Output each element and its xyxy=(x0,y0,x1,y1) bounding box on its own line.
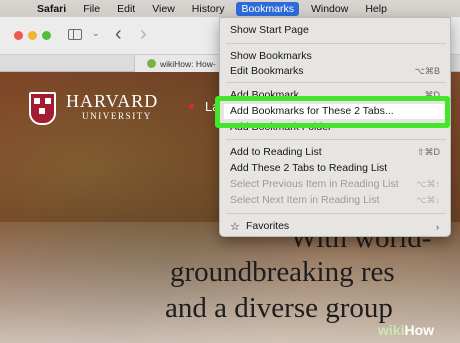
menu-separator xyxy=(226,139,446,140)
back-arrow-icon[interactable]: ‹ xyxy=(115,23,122,46)
university-name[interactable]: HARVARD xyxy=(66,91,158,112)
shortcut-label: ⌥⌘↑ xyxy=(416,179,440,189)
menu-item-select-previous-reading-list: Select Previous Item in Reading List ⌥⌘↑ xyxy=(230,178,440,190)
submenu-arrow-icon: › xyxy=(436,222,439,232)
menu-safari[interactable]: Safari xyxy=(37,3,66,15)
zoom-window-button[interactable] xyxy=(42,31,51,40)
shortcut-label: ⌥⌘B xyxy=(414,66,440,76)
chevron-down-icon[interactable]: ⌄ xyxy=(92,28,100,39)
menu-item-select-next-reading-list: Select Next Item in Reading List ⌥⌘↓ xyxy=(230,194,440,206)
harvard-shield-logo[interactable] xyxy=(29,92,56,125)
menu-history[interactable]: History xyxy=(192,3,225,15)
university-subtitle: UNIVERSITY xyxy=(82,111,152,121)
menu-item-add-to-reading-list[interactable]: Add to Reading List ⇧⌘D xyxy=(230,145,442,160)
menu-edit[interactable]: Edit xyxy=(117,3,135,15)
star-icon: ☆ xyxy=(230,221,240,233)
menu-bar: Safari File Edit View History Bookmarks … xyxy=(0,0,460,17)
menu-item-edit-bookmarks[interactable]: Edit Bookmarks ⌥⌘B xyxy=(230,64,442,79)
forward-arrow-icon[interactable]: › xyxy=(140,23,147,46)
wikihow-favicon-icon xyxy=(147,59,156,68)
menu-separator xyxy=(226,213,446,214)
menu-help[interactable]: Help xyxy=(365,3,387,15)
hero-line: and a diverse group xyxy=(165,292,393,324)
menu-item-add-tabs-to-reading-list[interactable]: Add These 2 Tabs to Reading List xyxy=(230,161,442,176)
close-window-button[interactable] xyxy=(14,31,23,40)
hero-line: groundbreaking res xyxy=(170,256,395,288)
wikihow-watermark: wikiHow xyxy=(378,322,435,338)
highlight-box xyxy=(215,96,450,128)
menu-view[interactable]: View xyxy=(152,3,175,15)
menu-window[interactable]: Window xyxy=(311,3,348,15)
sidebar-toggle-icon[interactable] xyxy=(68,29,82,40)
menu-separator xyxy=(226,82,446,83)
menu-bookmarks[interactable]: Bookmarks xyxy=(236,1,299,16)
menu-item-show-bookmarks[interactable]: Show Bookmarks xyxy=(230,49,442,64)
nav-dot-icon xyxy=(189,104,194,109)
menu-item-favorites[interactable]: Favorites xyxy=(246,219,436,234)
menu-separator xyxy=(226,43,446,44)
minimize-window-button[interactable] xyxy=(28,31,37,40)
menu-item-show-start-page[interactable]: Show Start Page xyxy=(230,23,442,38)
menu-file[interactable]: File xyxy=(83,3,100,15)
tab-title: wikiHow: How- xyxy=(160,58,216,69)
shortcut-label: ⇧⌘D xyxy=(416,147,440,157)
shortcut-label: ⌥⌘↓ xyxy=(416,195,440,205)
